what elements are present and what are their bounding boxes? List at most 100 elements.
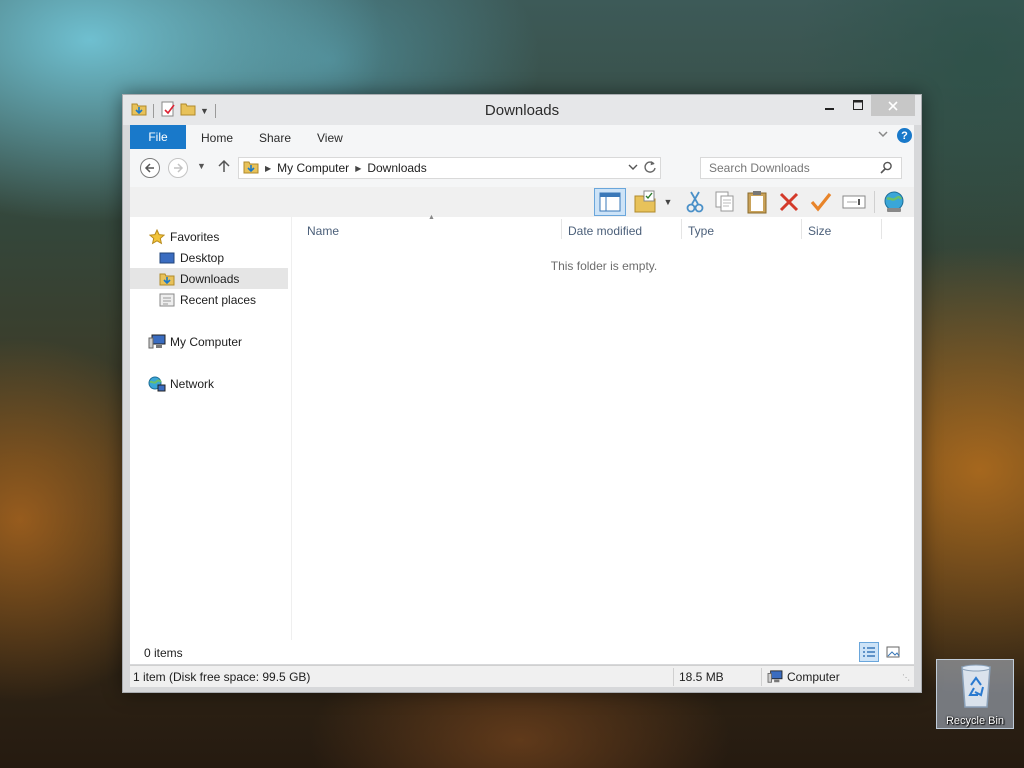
search-icon[interactable] <box>880 161 893 177</box>
refresh-icon[interactable] <box>643 160 657 177</box>
back-arrow-icon <box>144 163 154 173</box>
nav-item-my-computer[interactable]: My Computer <box>148 331 306 352</box>
status-divider <box>761 668 762 686</box>
column-type[interactable]: Type <box>688 224 714 238</box>
content-area: Favorites Desktop Downloads Recent place… <box>130 214 914 640</box>
cut-button[interactable] <box>682 188 708 216</box>
tab-home[interactable]: Home <box>201 131 233 145</box>
address-dropdown-icon[interactable] <box>628 162 638 174</box>
help-icon[interactable]: ? <box>897 128 912 143</box>
tab-view[interactable]: View <box>317 131 343 145</box>
network-button[interactable] <box>880 188 908 216</box>
resize-grip-icon[interactable]: ⋱ <box>902 666 910 688</box>
scissors-icon <box>686 191 704 213</box>
column-divider[interactable] <box>681 219 682 239</box>
ribbon-tabs: File Home Share View ? <box>130 125 914 149</box>
explorer-window: ▼ Downloads File Home Share View ? ▼ ▶ M… <box>122 94 922 693</box>
clipboard-icon <box>747 191 767 214</box>
forward-button[interactable] <box>168 158 188 178</box>
status-location-label: Computer <box>787 670 840 684</box>
status-divider <box>673 668 674 686</box>
desktop-recycle-bin[interactable]: Recycle Bin <box>936 659 1014 729</box>
globe-icon <box>884 191 904 212</box>
computer-icon <box>148 334 166 350</box>
nav-item-network[interactable]: Network <box>148 373 306 394</box>
expand-ribbon-icon[interactable] <box>877 128 889 143</box>
command-toolbar: ▼ <box>130 187 914 217</box>
status-bar: 1 item (Disk free space: 99.5 GB) 18.5 M… <box>130 665 914 687</box>
navigation-pane: Favorites Desktop Downloads Recent place… <box>130 217 292 640</box>
details-footer: 0 items <box>130 640 914 664</box>
column-size[interactable]: Size <box>808 224 831 238</box>
column-date-modified[interactable]: Date modified <box>568 224 642 238</box>
maximize-button[interactable] <box>845 95 871 116</box>
close-button[interactable] <box>871 95 915 116</box>
address-row: ▼ ▶ My Computer ▶ Downloads Search Downl… <box>130 149 914 187</box>
nav-item-recent-places[interactable]: Recent places <box>158 289 316 310</box>
forward-arrow-icon <box>174 163 184 173</box>
nav-item-label: My Computer <box>170 334 243 349</box>
paste-button[interactable] <box>744 188 770 216</box>
recent-locations-icon[interactable]: ▼ <box>197 161 206 171</box>
large-icons-view-button[interactable] <box>883 642 903 662</box>
item-count: 0 items <box>144 646 183 660</box>
nav-item-label: Desktop <box>180 250 225 265</box>
minimize-button[interactable] <box>817 95 843 116</box>
downloads-folder-icon <box>158 271 176 287</box>
toolbar-divider <box>874 191 875 213</box>
search-input[interactable]: Search Downloads <box>700 157 902 179</box>
nav-favorites[interactable]: Favorites <box>148 226 306 247</box>
rename-icon <box>842 195 866 209</box>
close-icon <box>888 100 898 111</box>
window-title: Downloads <box>484 102 560 119</box>
address-bar[interactable]: ▶ My Computer ▶ Downloads <box>238 157 661 179</box>
breadcrumb-my-computer[interactable]: My Computer <box>277 161 349 175</box>
details-view-button[interactable] <box>859 642 879 662</box>
column-divider[interactable] <box>801 219 802 239</box>
search-placeholder: Search Downloads <box>709 161 810 175</box>
preview-pane-button[interactable] <box>594 188 626 216</box>
network-icon <box>148 376 166 392</box>
breadcrumb-downloads[interactable]: Downloads <box>367 161 426 175</box>
column-divider[interactable] <box>561 219 562 239</box>
column-divider[interactable] <box>881 219 882 239</box>
tab-file[interactable]: File <box>130 125 186 149</box>
copy-button[interactable] <box>712 188 738 216</box>
breadcrumb-separator-icon[interactable]: ▶ <box>265 164 271 173</box>
up-button[interactable] <box>218 159 230 177</box>
select-folder-button[interactable] <box>630 188 660 216</box>
breadcrumb-separator-icon[interactable]: ▶ <box>355 164 361 173</box>
status-size: 18.5 MB <box>679 670 724 684</box>
delete-button[interactable] <box>776 188 802 216</box>
recent-places-icon <box>158 292 176 308</box>
tab-share[interactable]: Share <box>259 131 291 145</box>
empty-folder-message: This folder is empty. <box>550 259 658 273</box>
recycle-bin-icon <box>961 664 991 708</box>
select-dropdown-icon[interactable]: ▼ <box>661 188 675 216</box>
nav-item-label: Network <box>170 376 215 391</box>
nav-item-desktop[interactable]: Desktop <box>158 247 316 268</box>
back-button[interactable] <box>140 158 160 178</box>
downloads-folder-icon <box>243 159 259 178</box>
copy-icon <box>715 191 734 212</box>
details-view-icon <box>863 647 875 657</box>
properties-button[interactable] <box>808 188 834 216</box>
status-selection-info: 1 item (Disk free space: 99.5 GB) <box>133 670 311 684</box>
thumbnail-view-icon <box>886 646 900 658</box>
layout-pane-icon <box>599 192 621 212</box>
title-bar[interactable]: ▼ Downloads <box>123 95 921 125</box>
column-name[interactable]: Name <box>307 224 339 238</box>
nav-item-label: Downloads <box>180 271 240 286</box>
nav-item-downloads[interactable]: Downloads <box>130 268 288 289</box>
checkmark-icon <box>810 193 832 212</box>
rename-button[interactable] <box>840 188 868 216</box>
sort-ascending-icon: ▲ <box>428 214 435 221</box>
ribbon-controls: ? <box>877 128 912 143</box>
column-headers: ▲ Name Date modified Type Size <box>294 214 914 241</box>
up-arrow-icon <box>218 159 230 172</box>
status-location: Computer <box>767 666 840 688</box>
recycle-bin-label: Recycle Bin <box>945 715 1005 727</box>
nav-item-label: Recent places <box>180 292 257 307</box>
desktop-icon <box>158 251 176 265</box>
computer-icon <box>767 670 783 684</box>
